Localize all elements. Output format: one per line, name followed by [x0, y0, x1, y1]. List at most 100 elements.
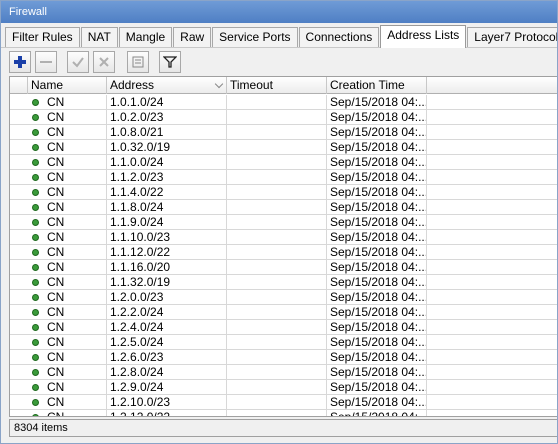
table-row[interactable]: CN 1.1.32.0/19 Sep/15/2018 04:...: [10, 275, 557, 290]
cell-creation-time: Sep/15/2018 04:...: [327, 140, 427, 155]
cell-timeout: [227, 110, 327, 125]
cell-name: CN: [28, 245, 107, 260]
cell-creation-time: Sep/15/2018 04:...: [327, 395, 427, 410]
cell-address: 1.1.10.0/23: [107, 230, 227, 245]
tab-address-lists[interactable]: Address Lists: [380, 25, 467, 48]
enable-button[interactable]: [67, 51, 89, 73]
header-address[interactable]: Address: [107, 77, 227, 94]
table-row[interactable]: CN 1.1.12.0/22 Sep/15/2018 04:...: [10, 245, 557, 260]
cell-name: CN: [28, 305, 107, 320]
table-row[interactable]: CN 1.1.10.0/23 Sep/15/2018 04:...: [10, 230, 557, 245]
cell-name: CN: [28, 155, 107, 170]
cell-timeout: [227, 155, 327, 170]
cell-address: 1.2.4.0/24: [107, 320, 227, 335]
table-row[interactable]: CN 1.1.8.0/24 Sep/15/2018 04:...: [10, 200, 557, 215]
status-bar: 8304 items: [9, 419, 557, 437]
cell-address: 1.0.2.0/23: [107, 110, 227, 125]
cell-creation-time: Sep/15/2018 04:...: [327, 335, 427, 350]
table-row[interactable]: CN 1.0.2.0/23 Sep/15/2018 04:...: [10, 110, 557, 125]
cell-timeout: [227, 335, 327, 350]
table-row[interactable]: CN 1.0.32.0/19 Sep/15/2018 04:...: [10, 140, 557, 155]
cell-address: 1.2.2.0/24: [107, 305, 227, 320]
cell-creation-time: Sep/15/2018 04:...: [327, 200, 427, 215]
cell-name: CN: [28, 380, 107, 395]
cell-address: 1.2.10.0/23: [107, 395, 227, 410]
cell-name: CN: [28, 125, 107, 140]
cell-name: CN: [28, 140, 107, 155]
table-row[interactable]: CN 1.2.0.0/23 Sep/15/2018 04:...: [10, 290, 557, 305]
cell-creation-time: Sep/15/2018 04:...: [327, 215, 427, 230]
cell-name: CN: [28, 230, 107, 245]
cell-timeout: [227, 290, 327, 305]
header-spacer: [10, 77, 28, 94]
cell-address: 1.1.4.0/22: [107, 185, 227, 200]
table-row[interactable]: CN 1.1.4.0/22 Sep/15/2018 04:...: [10, 185, 557, 200]
tab-raw[interactable]: Raw: [173, 27, 212, 48]
note-icon: [132, 56, 144, 68]
cell-creation-time: Sep/15/2018 04:...: [327, 380, 427, 395]
table-row[interactable]: CN 1.1.0.0/24 Sep/15/2018 04:...: [10, 155, 557, 170]
cell-timeout: [227, 125, 327, 140]
minus-icon: [40, 61, 52, 63]
cell-creation-time: Sep/15/2018 04:...: [327, 125, 427, 140]
tab-filter-rules[interactable]: Filter Rules: [5, 27, 80, 48]
add-button[interactable]: [9, 51, 31, 73]
sort-descending-icon: [214, 79, 224, 89]
header-name[interactable]: Name: [28, 77, 107, 94]
cell-name: CN: [28, 275, 107, 290]
tab-connections[interactable]: Connections: [298, 27, 380, 48]
tab-nat[interactable]: NAT: [80, 27, 118, 48]
cell-address: 1.1.16.0/20: [107, 260, 227, 275]
table-row[interactable]: CN 1.2.6.0/23 Sep/15/2018 04:...: [10, 350, 557, 365]
cell-name: CN: [28, 350, 107, 365]
items-count: 8304 items: [14, 422, 68, 434]
table-row[interactable]: CN 1.2.2.0/24 Sep/15/2018 04:...: [10, 305, 557, 320]
filter-icon: [163, 56, 177, 68]
tab-mangle[interactable]: Mangle: [118, 27, 173, 48]
cell-creation-time: Sep/15/2018 04:...: [327, 320, 427, 335]
plus-icon: [14, 56, 26, 68]
cell-creation-time: Sep/15/2018 04:...: [327, 305, 427, 320]
cell-address: 1.0.1.0/24: [107, 95, 227, 110]
cell-name: CN: [28, 365, 107, 380]
table-row[interactable]: CN 1.2.10.0/23 Sep/15/2018 04:...: [10, 395, 557, 410]
cell-timeout: [227, 395, 327, 410]
filter-button[interactable]: [159, 51, 181, 73]
table-row[interactable]: CN 1.1.2.0/23 Sep/15/2018 04:...: [10, 170, 557, 185]
disable-button[interactable]: [93, 51, 115, 73]
table-row[interactable]: CN 1.1.9.0/24 Sep/15/2018 04:...: [10, 215, 557, 230]
cell-creation-time: Sep/15/2018 04:...: [327, 230, 427, 245]
cell-creation-time: Sep/15/2018 04:...: [327, 290, 427, 305]
table-row[interactable]: CN 1.0.8.0/21 Sep/15/2018 04:...: [10, 125, 557, 140]
cell-address: 1.2.5.0/24: [107, 335, 227, 350]
table-row[interactable]: CN 1.0.1.0/24 Sep/15/2018 04:...: [10, 95, 557, 110]
cell-name: CN: [28, 185, 107, 200]
table-row[interactable]: CN 1.2.4.0/24 Sep/15/2018 04:...: [10, 320, 557, 335]
tab-layer7-protocols[interactable]: Layer7 Protocols: [467, 27, 557, 48]
toolbar: [1, 47, 557, 75]
cell-address: 1.2.9.0/24: [107, 380, 227, 395]
cell-name: CN: [28, 200, 107, 215]
cell-creation-time: Sep/15/2018 04:...: [327, 260, 427, 275]
table-row[interactable]: CN 1.2.5.0/24 Sep/15/2018 04:...: [10, 335, 557, 350]
cell-creation-time: Sep/15/2018 04:...: [327, 155, 427, 170]
cell-timeout: [227, 95, 327, 110]
cell-address: 1.2.0.0/23: [107, 290, 227, 305]
cell-name: CN: [28, 320, 107, 335]
header-timeout[interactable]: Timeout: [227, 77, 327, 94]
table-body: CN 1.0.1.0/24 Sep/15/2018 04:... CN 1.0.2.0/…: [10, 95, 557, 416]
cell-creation-time: Sep/15/2018 04:...: [327, 275, 427, 290]
header-creation-time[interactable]: Creation Time: [327, 77, 427, 94]
tab-service-ports[interactable]: Service Ports: [212, 27, 298, 48]
table-row[interactable]: CN 1.1.16.0/20 Sep/15/2018 04:...: [10, 260, 557, 275]
cell-timeout: [227, 185, 327, 200]
tab-bar: Filter Rules NAT Mangle Raw Service Port…: [5, 25, 557, 48]
table-row[interactable]: CN 1.2.12.0/22 Sep/15/2018 04:...: [10, 410, 557, 416]
table-row[interactable]: CN 1.2.9.0/24 Sep/15/2018 04:...: [10, 380, 557, 395]
remove-button[interactable]: [35, 51, 57, 73]
cell-timeout: [227, 380, 327, 395]
cell-creation-time: Sep/15/2018 04:...: [327, 410, 427, 416]
table-row[interactable]: CN 1.2.8.0/24 Sep/15/2018 04:...: [10, 365, 557, 380]
comment-button[interactable]: [127, 51, 149, 73]
cell-address: 1.0.32.0/19: [107, 140, 227, 155]
